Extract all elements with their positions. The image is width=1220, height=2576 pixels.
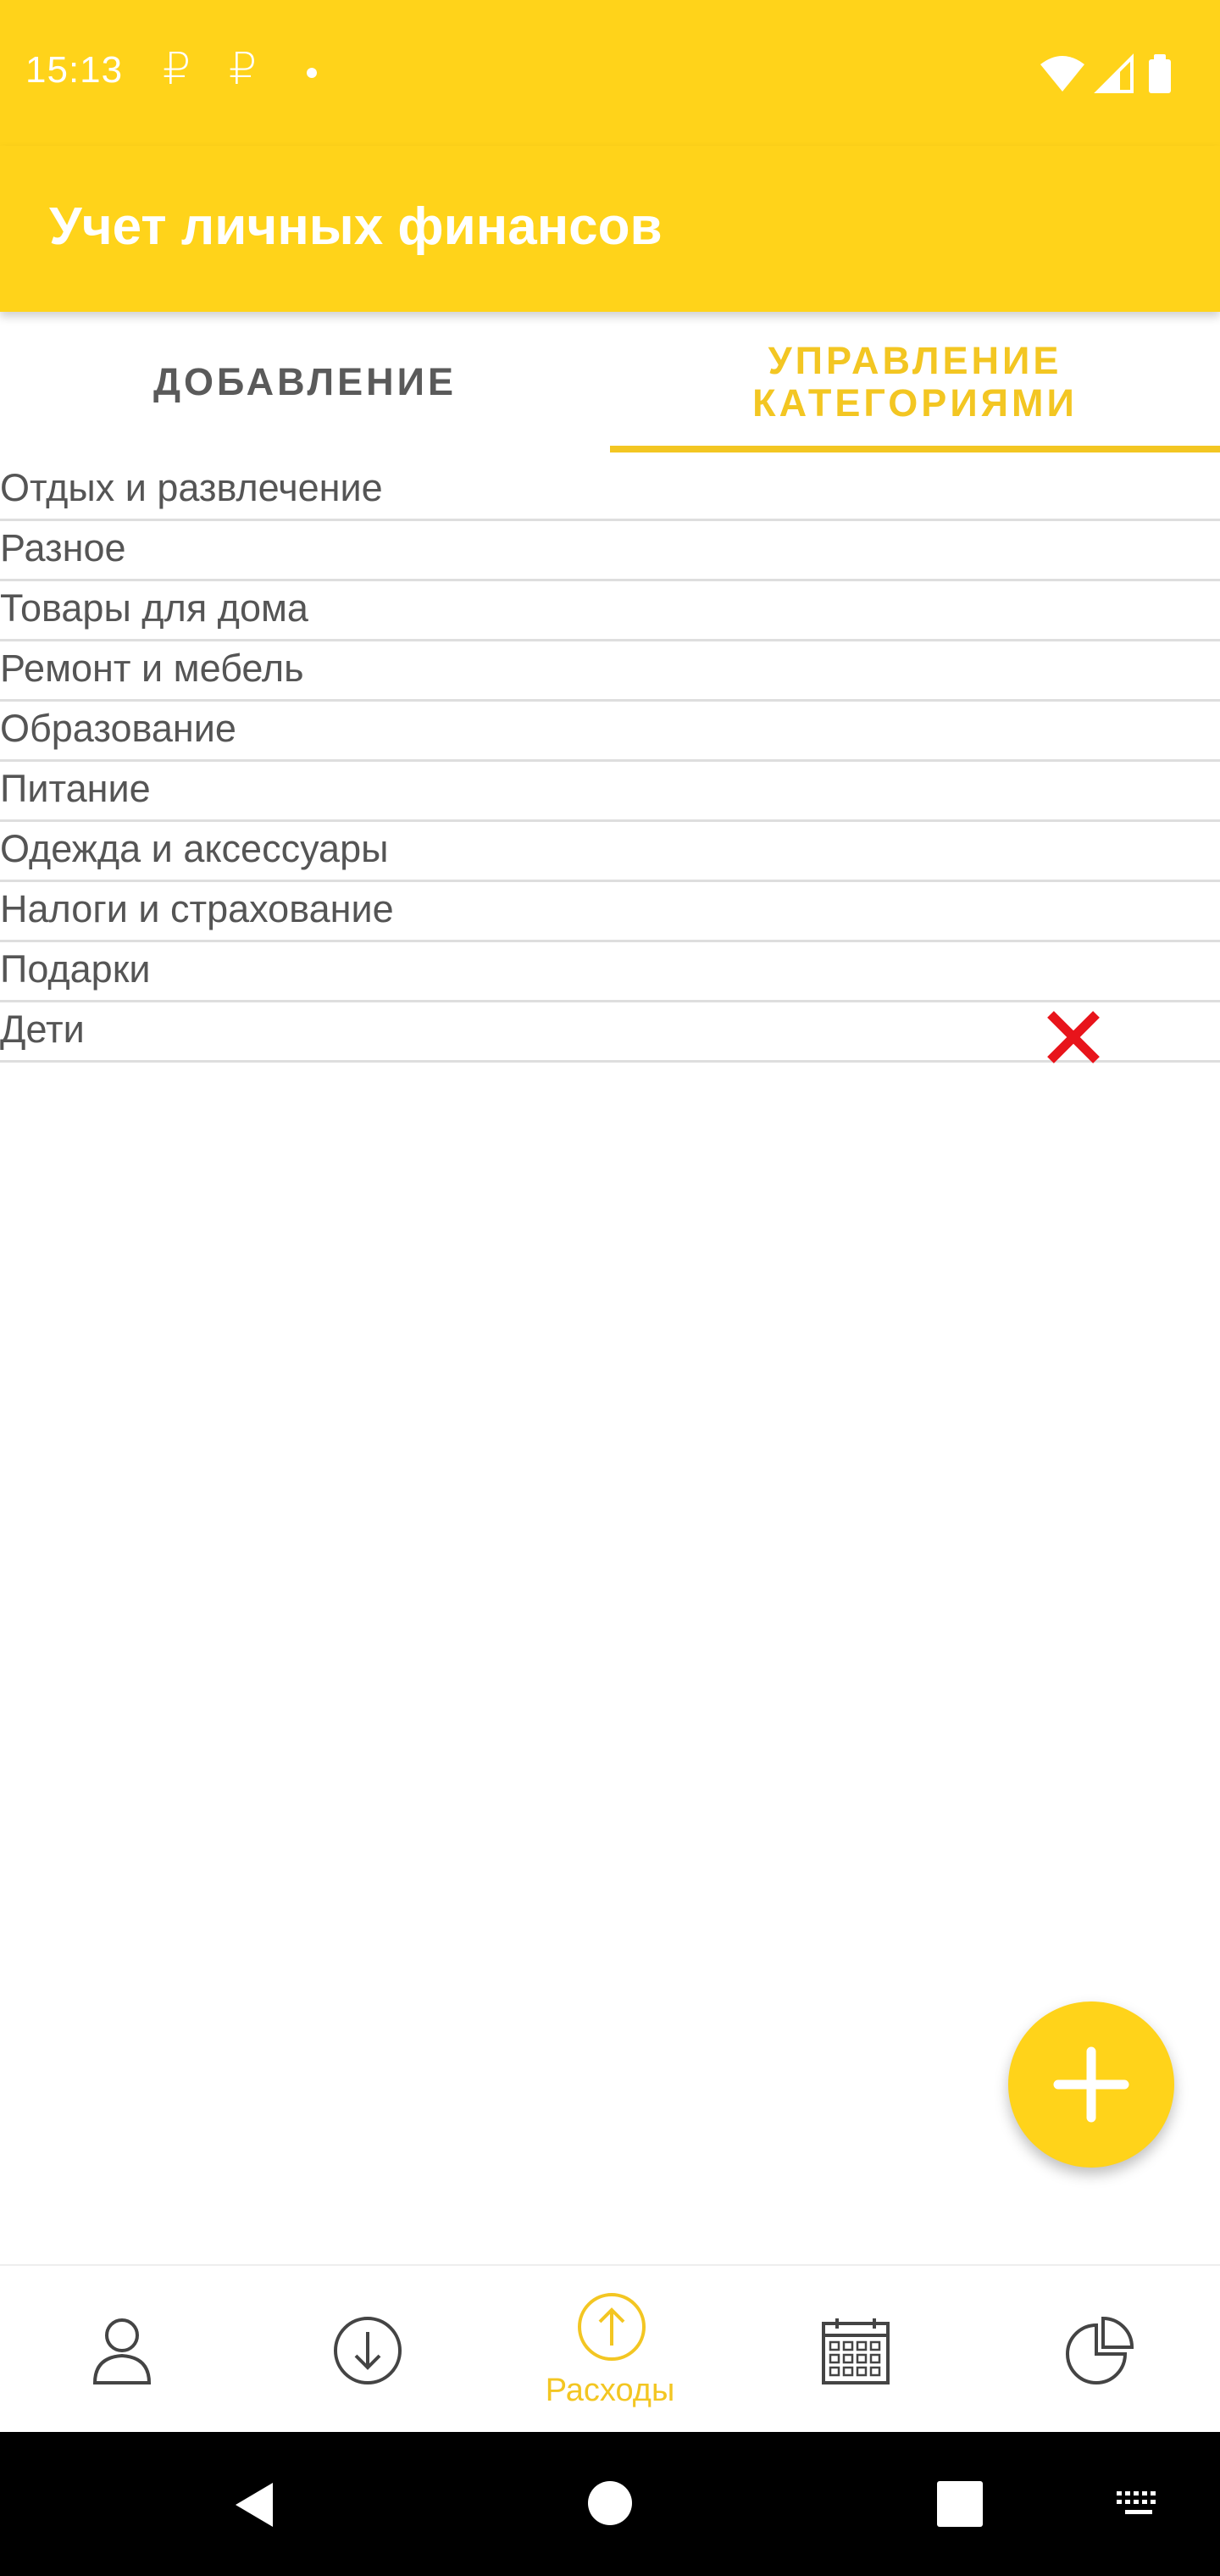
nav-item-income[interactable] [244,2266,488,2434]
battery-icon [1149,54,1171,93]
category-row[interactable]: Образование [0,702,1220,762]
category-label: Товары для дома [0,586,308,630]
calendar-icon [822,2318,890,2384]
bottom-navigation: Расходы [0,2264,1220,2434]
category-row[interactable]: Разное [0,521,1220,581]
wifi-icon [1040,56,1084,92]
category-row[interactable]: Подарки [0,942,1220,1002]
nav-item-statistics[interactable] [976,2266,1220,2434]
recents-icon[interactable] [937,2481,983,2527]
category-row[interactable]: Одежда и аксессуары [0,822,1220,882]
cellular-signal-icon [1094,53,1134,93]
delete-category-icon[interactable] [1044,1008,1103,1067]
app-bar: Учет личных финансов [0,146,1220,312]
pie-chart-icon [1066,2316,1134,2384]
category-label: Налоги и страхование [0,887,394,930]
category-label: Подарки [0,947,151,991]
nav-label-expenses: Расходы [545,2373,675,2408]
back-icon[interactable] [229,2479,280,2530]
category-label: Питание [0,767,151,810]
category-label: Разное [0,526,126,569]
add-category-button[interactable] [1008,2001,1174,2168]
tab-manage-categories[interactable]: УПРАВЛЕНИЕ КАТЕГОРИЯМИ [610,312,1220,452]
app-title: Учет личных финансов [49,197,663,256]
ruble-notification-icon: ₽ [163,45,191,94]
more-notifications-dot-icon [307,68,317,78]
category-row[interactable]: Налоги и страхование [0,882,1220,942]
category-row[interactable]: Товары для дома [0,581,1220,641]
category-label: Ремонт и мебель [0,647,304,690]
plus-icon [1053,2046,1129,2123]
category-list: Отдых и развлечение Разное Товары для до… [0,461,1220,1063]
nav-item-profile[interactable] [0,2266,244,2434]
category-row[interactable]: Отдых и развлечение [0,461,1220,521]
category-label: Дети [0,1008,85,1051]
status-time: 15:13 [25,49,124,91]
category-label: Отдых и развлечение [0,466,383,509]
status-bar: 15:13 ₽ ₽ [0,0,1220,146]
nav-item-calendar[interactable] [732,2266,976,2434]
nav-item-expenses[interactable]: Расходы [488,2266,732,2434]
system-navigation-bar [0,2432,1220,2576]
keyboard-icon[interactable] [1115,2488,1162,2522]
ruble-notification-icon: ₽ [229,45,258,94]
income-down-arrow-icon [334,2317,402,2384]
system-status-icons [1039,53,1200,99]
tab-add[interactable]: ДОБАВЛЕНИЕ [0,312,610,452]
category-row[interactable]: Питание [0,762,1220,822]
category-label: Образование [0,707,236,750]
home-icon[interactable] [586,2479,634,2527]
tab-bar: ДОБАВЛЕНИЕ УПРАВЛЕНИЕ КАТЕГОРИЯМИ [0,312,1220,452]
category-row[interactable]: Дети [0,1002,1220,1063]
category-label: Одежда и аксессуары [0,827,389,870]
category-row[interactable]: Ремонт и мебель [0,641,1220,702]
person-icon [92,2318,152,2384]
active-tab-indicator [610,446,1220,452]
tab-manage-categories-label: УПРАВЛЕНИЕ КАТЕГОРИЯМИ [752,339,1078,425]
expense-up-arrow-icon [578,2293,646,2361]
